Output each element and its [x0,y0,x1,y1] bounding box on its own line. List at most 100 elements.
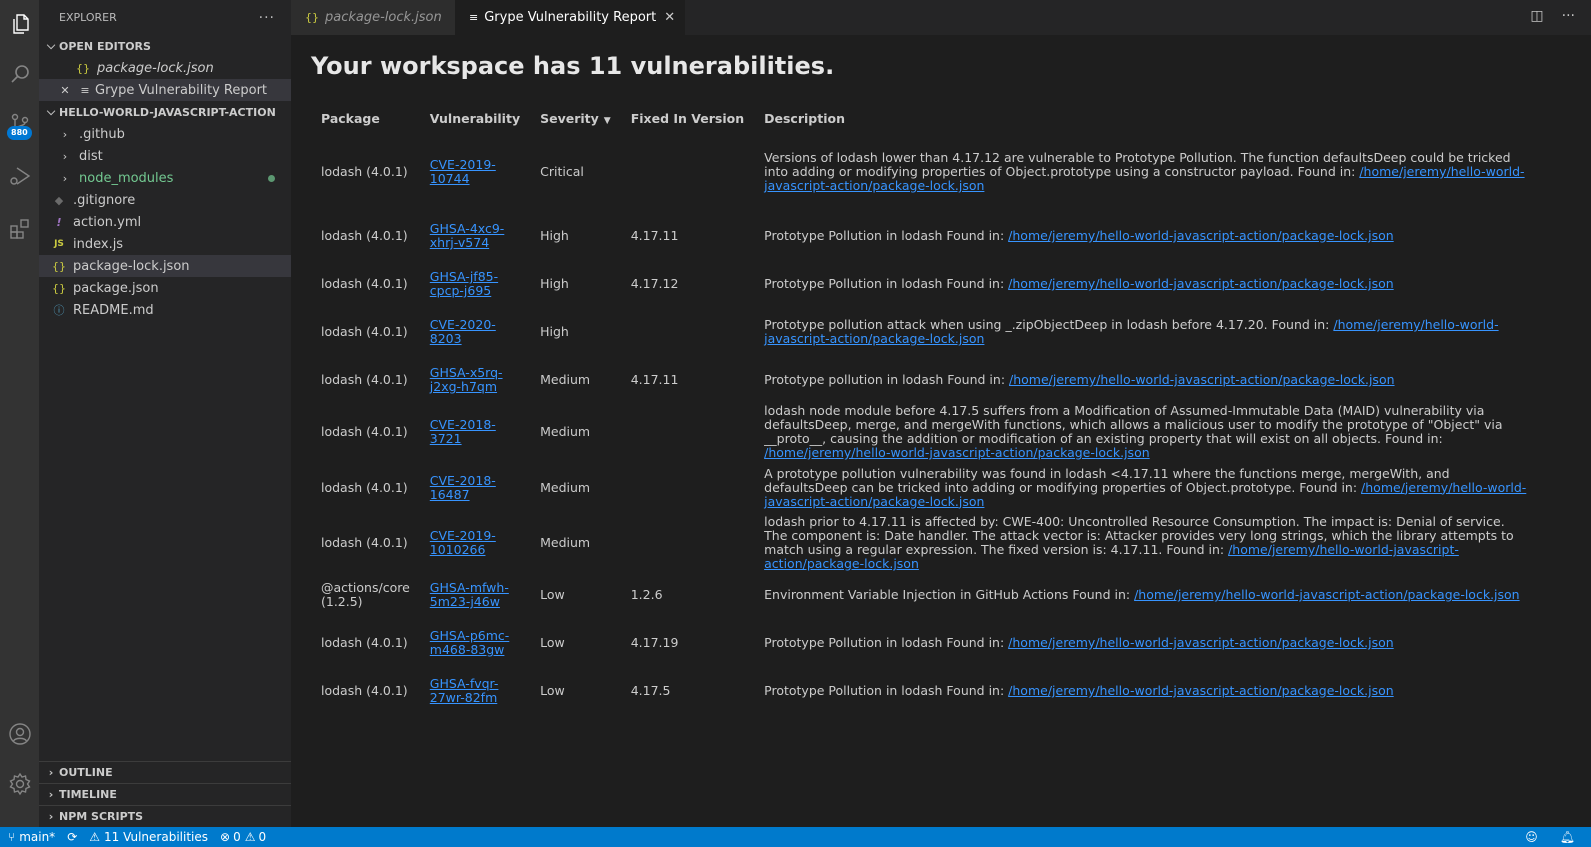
vulnerability-link[interactable]: GHSA-jf85-cpcp-j695 [430,269,498,298]
tree-item-index-js[interactable]: JS index.js [39,233,291,255]
run-debug-button[interactable] [0,152,39,200]
accounts-button[interactable] [0,710,39,758]
open-editors-section[interactable]: ⌵ OPEN EDITORS [39,35,291,57]
npm-scripts-section[interactable]: › NPM SCRIPTS [39,805,291,827]
sidebar-header: EXPLORER ··· [39,0,291,35]
open-editor-grype-report[interactable]: ✕ ≡ Grype Vulnerability Report [39,79,291,101]
problems-status[interactable]: ⊗ 0 ⚠ 0 [214,827,272,847]
section-label: OPEN EDITORS [59,39,151,53]
package-cell: lodash (4.0.1) [321,535,408,550]
search-button[interactable] [0,50,39,98]
column-header-fixed-in[interactable]: Fixed In Version [621,105,754,132]
vulnerability-link[interactable]: GHSA-mfwh-5m23-j46w [430,580,509,609]
file-path-link[interactable]: /home/jeremy/hello-world-javascript-acti… [1009,372,1395,387]
vulnerability-cell: GHSA-fvqr-27wr-82fm [420,667,530,715]
json-icon: {} [52,281,66,295]
tree-item-node-modules[interactable]: › node_modules [39,167,291,189]
table-row: lodash (4.0.1) CVE-2019-1010266 Medium loda… [311,515,1541,571]
file-path-link[interactable]: /home/jeremy/hello-world-javascript-acti… [1008,683,1394,698]
source-control-button[interactable] [0,100,39,148]
file-path-link[interactable]: /home/jeremy/hello-world-javascript-acti… [1008,276,1394,291]
vulnerabilities-status[interactable]: ⚠ 11 Vulnerabilities [83,827,214,847]
yaml-icon: ! [56,215,62,229]
tab-label: Grype Vulnerability Report [484,10,657,25]
explorer-button[interactable] [0,0,39,48]
feedback-icon: ☺ [1525,830,1538,844]
branch-name: main* [19,830,56,844]
fixed-version-cell [621,308,754,356]
fixed-version-cell [621,132,754,212]
extensions-button[interactable] [0,205,39,253]
table-body: lodash (4.0.1) CVE-2019-10744 Critical Vers… [311,132,1541,715]
description-text: lodash node module before 4.17.5 suffers… [764,403,1503,446]
file-path-link[interactable]: /home/jeremy/hello-world-javascript-acti… [1008,635,1394,650]
split-editor-icon[interactable]: ◫ [1530,8,1543,24]
vulnerability-link[interactable]: CVE-2019-10744 [430,157,496,186]
vulnerability-link[interactable]: GHSA-fvqr-27wr-82fm [430,676,499,705]
vulnerability-link[interactable]: GHSA-4xc9-xhrj-v574 [430,221,505,250]
tree-item-action-yml[interactable]: ! action.yml [39,211,291,233]
vulnerability-link[interactable]: CVE-2018-16487 [430,473,496,502]
vulnerability-cell: GHSA-jf85-cpcp-j695 [420,260,530,308]
package-cell: lodash (4.0.1) [321,164,408,179]
section-label: NPM SCRIPTS [59,810,144,823]
tree-item-package-json[interactable]: {} package.json [39,277,291,299]
error-count: 0 [233,830,241,844]
package-cell: lodash (4.0.1) [321,479,408,495]
column-header-severity[interactable]: Severity ▼ [530,105,621,132]
outline-section[interactable]: › OUTLINE [39,761,291,783]
close-icon[interactable]: ✕ [664,10,675,25]
feedback-button[interactable]: ☺ [1519,827,1544,847]
close-icon[interactable]: ✕ [57,84,73,97]
branch-indicator[interactable]: ⑂ main* [0,827,61,847]
vulnerability-table: Package Vulnerability Severity ▼ Fixed In… [311,105,1541,715]
section-label: TIMELINE [59,788,117,801]
vulnerability-link[interactable]: GHSA-p6mc-m468-83gw [430,628,510,657]
error-icon: ⊗ [220,830,231,844]
files-icon [12,14,29,34]
project-section[interactable]: ⌵ HELLO-WORLD-JAVASCRIPT-ACTION [39,101,291,123]
report-view: Your workspace has 11 vulnerabilities. P… [291,35,1591,827]
fixed-version-cell: 4.17.19 [630,635,679,650]
tree-item-dist[interactable]: › dist [39,145,291,167]
tab-package-lock[interactable]: {} package-lock.json [291,0,455,35]
tree-item-readme[interactable]: ⓘ README.md [39,299,291,321]
extensions-icon [9,219,29,239]
preview-icon: ≡ [80,83,90,97]
description-cell: Prototype Pollution in lodash Found in: … [754,212,1541,260]
tree-item-github[interactable]: › .github [39,123,291,145]
warning-icon: ⚠ [244,830,256,844]
notifications-button[interactable]: 🔔︎ [1554,827,1581,847]
vulnerability-link[interactable]: GHSA-x5rq-j2xg-h7qm [430,365,503,394]
table-row: lodash (4.0.1) GHSA-4xc9-xhrj-v574 High 4.1… [311,212,1541,260]
tree-item-label: node_modules [79,170,174,186]
manage-button[interactable] [0,760,39,808]
column-header-package[interactable]: Package [311,105,420,132]
vulnerability-link[interactable]: CVE-2019-1010266 [430,528,496,557]
vulnerability-link[interactable]: CVE-2018-3721 [430,417,496,446]
run-debug-icon [9,167,30,185]
tree-item-package-lock[interactable]: {} package-lock.json [39,255,291,277]
more-actions-button[interactable]: ··· [259,10,275,26]
package-cell: lodash (4.0.1) [321,683,408,698]
activity-bar: 880 [0,0,39,827]
description-cell: lodash node module before 4.17.5 suffers… [754,404,1541,460]
timeline-section[interactable]: › TIMELINE [39,783,291,805]
vulnerability-cell: CVE-2018-16487 [420,460,530,515]
tab-grype-report[interactable]: ≡ Grype Vulnerability Report ✕ [455,0,686,35]
json-icon: {} [76,61,90,75]
description-cell: Environment Variable Injection in GitHub… [754,571,1541,619]
tree-item-gitignore[interactable]: ◆ .gitignore [39,189,291,211]
file-path-link[interactable]: /home/jeremy/hello-world-javascript-acti… [1008,228,1394,243]
file-path-link[interactable]: /home/jeremy/hello-world-javascript-acti… [1134,587,1520,602]
column-header-vulnerability[interactable]: Vulnerability [420,105,530,132]
more-actions-icon[interactable]: ··· [1562,8,1575,24]
open-editor-package-lock[interactable]: {} package-lock.json [39,57,291,79]
file-path-link[interactable]: /home/jeremy/hello-world-javascript-acti… [764,445,1150,460]
fixed-version-cell: 4.17.11 [630,372,679,387]
column-header-description[interactable]: Description [754,105,1541,132]
description-text: Prototype Pollution in lodash Found in: [764,635,1009,650]
sync-button[interactable]: ⟳ [61,827,83,847]
page-title: Your workspace has 11 vulnerabilities. [311,52,835,80]
vulnerability-link[interactable]: CVE-2020-8203 [430,317,496,346]
